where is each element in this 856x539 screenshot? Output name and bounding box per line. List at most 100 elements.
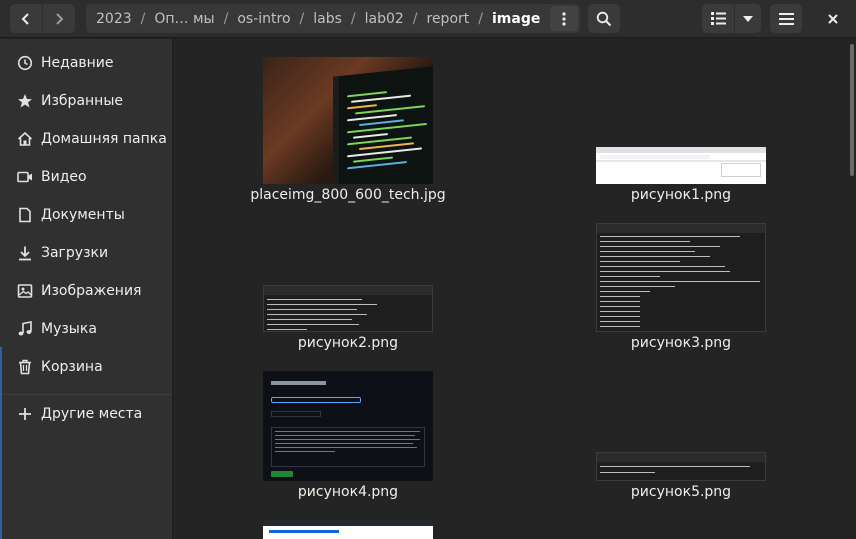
file-thumbnail (263, 520, 433, 539)
path-more-button[interactable] (550, 6, 578, 31)
thumbnail-add-button (271, 471, 293, 477)
thumbnail-header (263, 520, 433, 526)
file-item[interactable]: рисунок1.png (581, 147, 781, 203)
clock-icon (17, 55, 33, 71)
sidebar-item-label: Документы (41, 207, 125, 223)
thumbnail-titlebar (597, 224, 765, 233)
breadcrumb-report[interactable]: report (421, 11, 476, 27)
breadcrumb-lab02[interactable]: lab02 (359, 11, 410, 27)
breadcrumb-os-intro[interactable]: os-intro (231, 11, 296, 27)
thumbnail-text-line (600, 296, 640, 297)
thumbnail-text-line (600, 466, 750, 467)
forward-button[interactable] (43, 4, 75, 33)
video-icon (17, 169, 33, 185)
chevron-left-icon (21, 12, 29, 25)
trash-icon (17, 359, 33, 375)
sidebar-item-label: Избранные (41, 93, 123, 109)
thumbnail-text-line (600, 256, 710, 257)
thumbnail-text-line (600, 286, 675, 287)
search-button[interactable] (588, 4, 620, 33)
file-thumbnail (263, 285, 433, 332)
thumbnail-text-line (600, 241, 690, 242)
path-bar: 2023 / Оп… мы / os-intro / labs / lab02 … (86, 4, 580, 33)
thumbnail-titlebar (264, 286, 432, 295)
download-icon (17, 245, 33, 261)
sidebar-item-home[interactable]: Домашняя папка (0, 121, 172, 157)
sidebar-item-label: Домашняя папка (41, 131, 167, 147)
thumbnail-text-line (267, 299, 362, 300)
thumbnail-text-line (600, 271, 730, 272)
file-name: рисунок4.png (297, 484, 399, 500)
thumbnail-text-line (600, 311, 640, 312)
thumbnail-input (271, 397, 361, 403)
sidebar-item-label: Видео (41, 169, 87, 185)
sidebar-item-pictures[interactable]: Изображения (0, 273, 172, 309)
thumbnail-text-line (267, 309, 357, 310)
sidebar-item-label: Изображения (41, 283, 142, 299)
thumbnail-text-line (267, 329, 307, 330)
breadcrumb-separator: / (299, 10, 305, 27)
breadcrumb-2023[interactable]: 2023 (90, 11, 138, 27)
list-view-button[interactable] (702, 4, 734, 33)
main-menu-button[interactable] (770, 4, 802, 33)
sidebar-item-downloads[interactable]: Загрузки (0, 235, 172, 271)
sidebar-item-starred[interactable]: Избранные (0, 83, 172, 119)
thumbnail-heading (271, 381, 326, 385)
file-thumbnail (596, 147, 766, 184)
triangle-down-icon (743, 15, 753, 22)
file-thumbnail (263, 371, 433, 481)
thumbnail-text-line (600, 246, 720, 247)
back-button[interactable] (10, 4, 42, 33)
file-thumbnail (263, 57, 433, 184)
breadcrumb-labs[interactable]: labs (307, 11, 348, 27)
thumbnail-text-line (600, 291, 650, 292)
file-name: рисунок3.png (630, 335, 732, 351)
sidebar-item-documents[interactable]: Документы (0, 197, 172, 233)
close-icon (828, 13, 838, 24)
sidebar-item-label: Недавние (41, 55, 114, 71)
sidebar-item-recent[interactable]: Недавние (0, 45, 172, 81)
thumbnail-link (269, 530, 339, 533)
thumbnail-text-line (267, 319, 352, 320)
sidebar-item-music[interactable]: Музыка (0, 311, 172, 347)
sidebar-item-videos[interactable]: Видео (0, 159, 172, 195)
close-window-button[interactable] (818, 4, 848, 33)
breadcrumb-documents[interactable]: Оп… мы (148, 11, 220, 27)
thumbnail-textarea (271, 427, 425, 467)
thumbnail-divider (596, 160, 766, 162)
sidebar-item-other-places[interactable]: Другие места (0, 396, 172, 432)
document-icon (17, 207, 33, 223)
thumbnail-text-line (600, 326, 640, 327)
star-icon (17, 93, 33, 109)
thumbnail-url-bar (600, 155, 710, 159)
file-item[interactable]: рисунок5.png (581, 452, 781, 500)
chevron-right-icon (56, 12, 64, 25)
breadcrumb-image[interactable]: image (486, 11, 546, 27)
thumbnail-screen (333, 65, 433, 184)
thumbnail-text-line (600, 316, 640, 317)
thumbnail-text-line (267, 314, 367, 315)
thumbnail-text-line (600, 251, 695, 252)
sidebar-item-trash[interactable]: Корзина (0, 349, 172, 385)
thumbnail-text-line (600, 301, 640, 302)
vertical-dots-icon (562, 11, 566, 26)
file-name: placeimg_800_600_tech.jpg (250, 187, 446, 203)
file-item[interactable]: рисунок4.png (248, 371, 448, 500)
file-thumbnail (596, 452, 766, 481)
file-name: рисунок1.png (630, 187, 732, 203)
home-icon (17, 131, 33, 147)
breadcrumb-separator: / (412, 10, 418, 27)
thumbnail-text-line (267, 324, 359, 325)
window-edge-highlight (0, 347, 2, 539)
image-icon (17, 283, 33, 299)
file-item[interactable]: placeimg_800_600_tech.jpg (248, 57, 448, 203)
thumbnail-popup (721, 163, 761, 177)
thumbnail-text-line (600, 261, 680, 262)
file-item[interactable]: рисунок2.png (248, 285, 448, 351)
hamburger-icon (778, 12, 794, 25)
file-item[interactable]: рисунок3.png (581, 223, 781, 351)
file-item[interactable] (248, 520, 448, 539)
scrollbar[interactable] (850, 44, 854, 176)
view-options-button[interactable] (735, 4, 761, 33)
thumbnail-text-line (600, 321, 640, 322)
